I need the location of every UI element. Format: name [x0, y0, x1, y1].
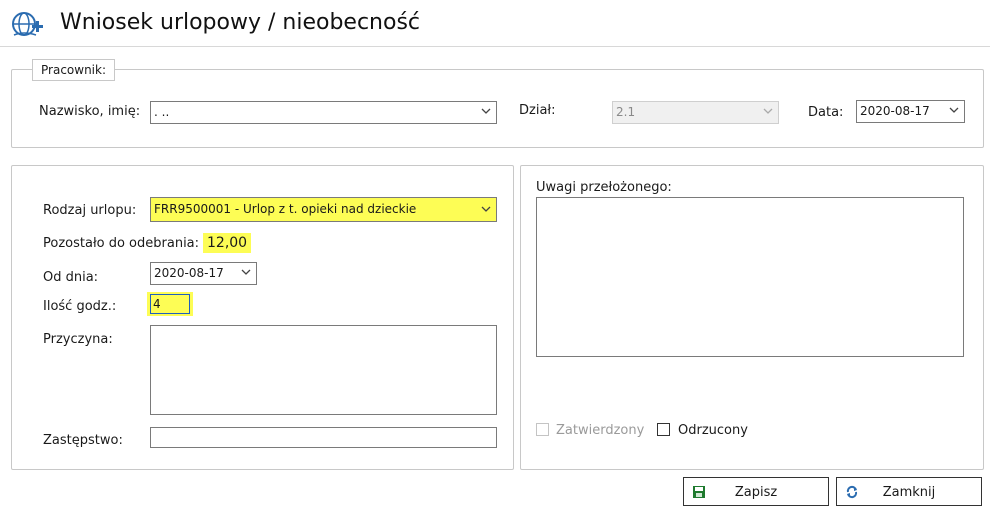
ilosc-input[interactable]: 4 [150, 294, 190, 314]
chevron-down-icon [949, 107, 959, 113]
nazwisko-label: Nazwisko, imię: [39, 104, 141, 119]
od-dnia-label: Od dnia: [43, 270, 99, 285]
zatwierdzony-checkbox [536, 423, 549, 436]
save-button[interactable]: Zapisz [683, 477, 829, 506]
data-label: Data: [808, 105, 844, 120]
rodzaj-combo[interactable]: FRR9500001 - Urlop z t. opieki nad dziec… [150, 197, 497, 222]
uwagi-label: Uwagi przełożonego: [536, 180, 672, 195]
data-value: 2020-08-17 [860, 104, 930, 118]
zatwierdzony-label: Zatwierdzony [556, 423, 645, 438]
nazwisko-combo[interactable]: . .. [150, 101, 497, 124]
zastepstwo-input[interactable] [150, 427, 497, 448]
ilosc-value: 4 [153, 297, 161, 311]
save-button-label: Zapisz [734, 485, 778, 500]
przyczyna-label: Przyczyna: [43, 332, 113, 347]
dzial-combo: 2.1 [612, 101, 779, 124]
chevron-down-icon [241, 269, 251, 275]
rodzaj-label: Rodzaj urlopu: [43, 203, 137, 218]
pracownik-legend: Pracownik: [32, 59, 115, 81]
od-dnia-datepicker[interactable]: 2020-08-17 [150, 262, 257, 285]
nazwisko-value: . .. [154, 105, 170, 119]
pozostalo-value: 12,00 [203, 233, 252, 253]
chevron-down-icon [481, 108, 491, 114]
page-title: Wniosek urlopowy / nieobecność [60, 10, 421, 35]
odrzucony-label: Odrzucony [678, 423, 748, 438]
chevron-down-icon [481, 206, 491, 212]
dzial-value: 2.1 [616, 105, 636, 119]
ilosc-label: Ilość godz.: [43, 299, 117, 314]
data-datepicker[interactable]: 2020-08-17 [856, 100, 965, 123]
rodzaj-value: FRR9500001 - Urlop z t. opieki nad dziec… [154, 202, 417, 216]
odrzucony-checkbox[interactable] [657, 423, 670, 436]
globe-plus-icon [12, 12, 43, 36]
uwagi-textarea[interactable] [536, 197, 964, 357]
close-button-label: Zamknij [882, 485, 936, 500]
chevron-down-icon [763, 108, 773, 114]
title-divider [0, 46, 990, 47]
close-button[interactable]: Zamknij [836, 477, 982, 506]
dzial-label: Dział: [519, 103, 556, 118]
zastepstwo-label: Zastępstwo: [43, 433, 123, 448]
przyczyna-textarea[interactable] [150, 325, 497, 415]
od-dnia-value: 2020-08-17 [154, 266, 224, 280]
pozostalo-label: Pozostało do odebrania: [43, 236, 200, 251]
